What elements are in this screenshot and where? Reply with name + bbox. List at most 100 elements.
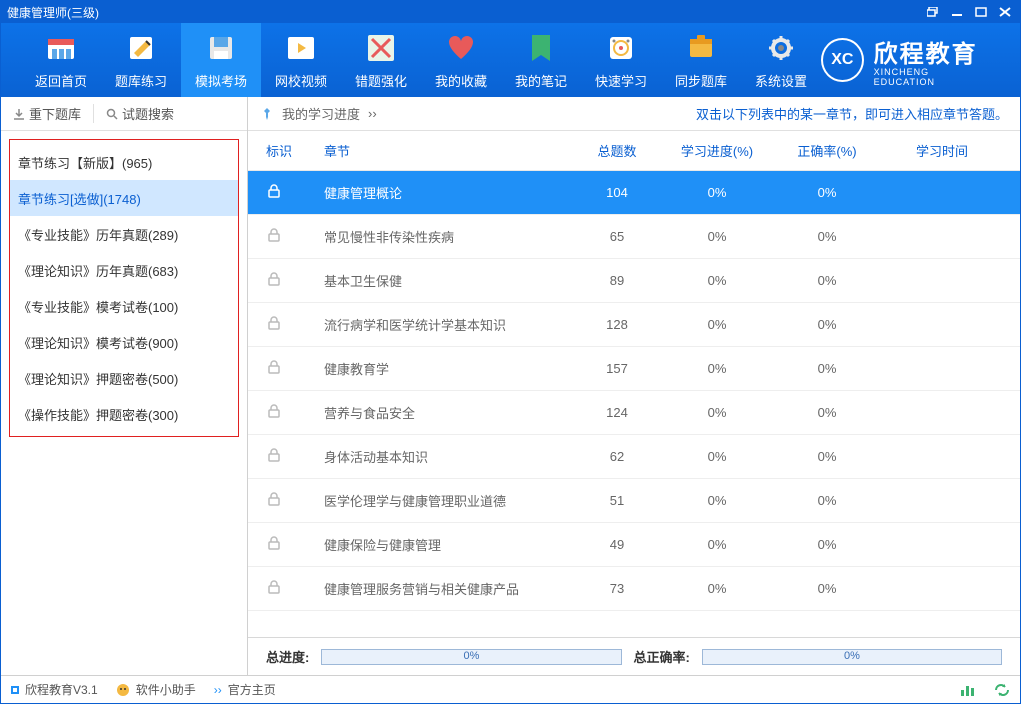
- col-progress: 学习进度(%): [662, 141, 772, 160]
- cell-progress: 0%: [662, 185, 772, 200]
- toolbar-icon: [364, 31, 398, 65]
- toolbar-label: 系统设置: [755, 71, 807, 90]
- cell-chapter: 医学伦理学与健康管理职业道德: [316, 491, 572, 510]
- chevron-right-icon: ››: [368, 106, 377, 121]
- sidebar: 重下题库 试题搜索 章节练习【新版】(965)章节练习[选做](1748)《专业…: [1, 97, 248, 675]
- lock-icon: [266, 403, 282, 419]
- col-accuracy: 正确率(%): [772, 141, 882, 160]
- main-panel: 我的学习进度 ›› 双击以下列表中的某一章节，即可进入相应章节答题。 标识 章节…: [248, 97, 1020, 675]
- toolbar-item-7[interactable]: 快速学习: [581, 23, 661, 97]
- lock-icon: [266, 227, 282, 243]
- toolbar-item-0[interactable]: 返回首页: [21, 23, 101, 97]
- table-row[interactable]: 健康管理概论1040%0%: [248, 171, 1020, 215]
- toolbar-label: 模拟考场: [195, 71, 247, 90]
- maximize-icon[interactable]: [972, 4, 990, 20]
- sidebar-item[interactable]: 章节练习【新版】(965): [10, 144, 238, 180]
- sidebar-item[interactable]: 《理论知识》模考试卷(900): [10, 324, 238, 360]
- sync-icon[interactable]: [994, 683, 1010, 697]
- brand-name: 欣程教育: [874, 34, 990, 69]
- chevron-right-icon: ››: [214, 683, 222, 697]
- cell-accuracy: 0%: [772, 185, 882, 200]
- sidebar-highlight-box: 章节练习【新版】(965)章节练习[选做](1748)《专业技能》历年真题(28…: [9, 139, 239, 437]
- toolbar-label: 题库练习: [115, 71, 167, 90]
- toolbar-item-5[interactable]: 我的收藏: [421, 23, 501, 97]
- toolbar-item-2[interactable]: 模拟考场: [181, 23, 261, 97]
- table-row[interactable]: 常见慢性非传染性疾病650%0%: [248, 215, 1020, 259]
- my-progress-link[interactable]: 我的学习进度: [282, 104, 360, 123]
- cell-total: 104: [572, 185, 662, 200]
- table-row[interactable]: 基本卫生保健890%0%: [248, 259, 1020, 303]
- sidebar-item[interactable]: 章节练习[选做](1748): [10, 180, 238, 216]
- toolbar-icon: [204, 31, 238, 65]
- close-icon[interactable]: [996, 4, 1014, 20]
- status-helper[interactable]: 软件小助手: [116, 681, 196, 698]
- table-row[interactable]: 流行病学和医学统计学基本知识1280%0%: [248, 303, 1020, 347]
- main-top-bar: 我的学习进度 ›› 双击以下列表中的某一章节，即可进入相应章节答题。: [248, 97, 1020, 131]
- cell-accuracy: 0%: [772, 581, 882, 596]
- cell-total: 124: [572, 405, 662, 420]
- cell-total: 65: [572, 229, 662, 244]
- brand-area: XC 欣程教育 XINCHENG EDUCATION: [821, 34, 1000, 87]
- pin-icon[interactable]: [260, 107, 274, 121]
- stats-icon[interactable]: [960, 683, 976, 697]
- toolbar-item-6[interactable]: 我的笔记: [501, 23, 581, 97]
- cell-total: 73: [572, 581, 662, 596]
- logo-square-icon: [11, 686, 19, 694]
- cell-progress: 0%: [662, 273, 772, 288]
- toolbar-icon: [524, 31, 558, 65]
- toolbar-item-3[interactable]: 网校视频: [261, 23, 341, 97]
- body-area: 重下题库 试题搜索 章节练习【新版】(965)章节练习[选做](1748)《专业…: [1, 97, 1020, 675]
- table-row[interactable]: 健康保险与健康管理490%0%: [248, 523, 1020, 567]
- minimize-icon[interactable]: [948, 4, 966, 20]
- sidebar-item[interactable]: 《操作技能》押题密卷(300): [10, 396, 238, 432]
- toolbar-item-4[interactable]: 错题强化: [341, 23, 421, 97]
- cell-accuracy: 0%: [772, 229, 882, 244]
- toolbar-icon: [44, 31, 78, 65]
- cell-total: 49: [572, 537, 662, 552]
- sidebar-item[interactable]: 《专业技能》模考试卷(100): [10, 288, 238, 324]
- cell-progress: 0%: [662, 229, 772, 244]
- sidebar-list: 章节练习【新版】(965)章节练习[选做](1748)《专业技能》历年真题(28…: [1, 131, 247, 675]
- lock-icon: [266, 491, 282, 507]
- toolbar-label: 我的笔记: [515, 71, 567, 90]
- toolbar-label: 返回首页: [35, 71, 87, 90]
- cell-accuracy: 0%: [772, 493, 882, 508]
- table-row[interactable]: 营养与食品安全1240%0%: [248, 391, 1020, 435]
- cell-chapter: 健康管理服务营销与相关健康产品: [316, 579, 572, 598]
- cell-accuracy: 0%: [772, 537, 882, 552]
- search-button[interactable]: 试题搜索: [93, 104, 186, 123]
- total-progress-bar: 0%: [321, 649, 621, 665]
- hint-text: 双击以下列表中的某一章节，即可进入相应章节答题。: [385, 104, 1008, 123]
- toolbar-item-1[interactable]: 题库练习: [101, 23, 181, 97]
- cell-accuracy: 0%: [772, 317, 882, 332]
- footer-progress: 总进度: 0% 总正确率: 0%: [248, 637, 1020, 675]
- status-homepage[interactable]: ›› 官方主页: [214, 681, 276, 698]
- cell-progress: 0%: [662, 449, 772, 464]
- cell-accuracy: 0%: [772, 273, 882, 288]
- toolbar-icon: [124, 31, 158, 65]
- toolbar-icon: [284, 31, 318, 65]
- cell-total: 51: [572, 493, 662, 508]
- table-row[interactable]: 健康管理服务营销与相关健康产品730%0%: [248, 567, 1020, 611]
- sidebar-item[interactable]: 《理论知识》押题密卷(500): [10, 360, 238, 396]
- chapter-table: 标识 章节 总题数 学习进度(%) 正确率(%) 学习时间 健康管理概论1040…: [248, 131, 1020, 637]
- sidebar-item[interactable]: 《理论知识》历年真题(683): [10, 252, 238, 288]
- cell-chapter: 身体活动基本知识: [316, 447, 572, 466]
- toolbar-label: 网校视频: [275, 71, 327, 90]
- lock-icon: [266, 535, 282, 551]
- cell-accuracy: 0%: [772, 449, 882, 464]
- redownload-button[interactable]: 重下题库: [1, 104, 93, 123]
- table-row[interactable]: 身体活动基本知识620%0%: [248, 435, 1020, 479]
- toolbar-icon: [764, 31, 798, 65]
- toolbar-item-9[interactable]: 系统设置: [741, 23, 821, 97]
- table-row[interactable]: 医学伦理学与健康管理职业道德510%0%: [248, 479, 1020, 523]
- status-app[interactable]: 欣程教育V3.1: [11, 681, 98, 698]
- window-restore-icon[interactable]: [924, 4, 942, 20]
- brand-logo-icon: XC: [821, 38, 864, 82]
- toolbar-item-8[interactable]: 同步题库: [661, 23, 741, 97]
- table-row[interactable]: 健康教育学1570%0%: [248, 347, 1020, 391]
- search-icon: [106, 108, 118, 120]
- sidebar-item[interactable]: 《专业技能》历年真题(289): [10, 216, 238, 252]
- cell-chapter: 营养与食品安全: [316, 403, 572, 422]
- window-title: 健康管理师(三级): [7, 4, 99, 21]
